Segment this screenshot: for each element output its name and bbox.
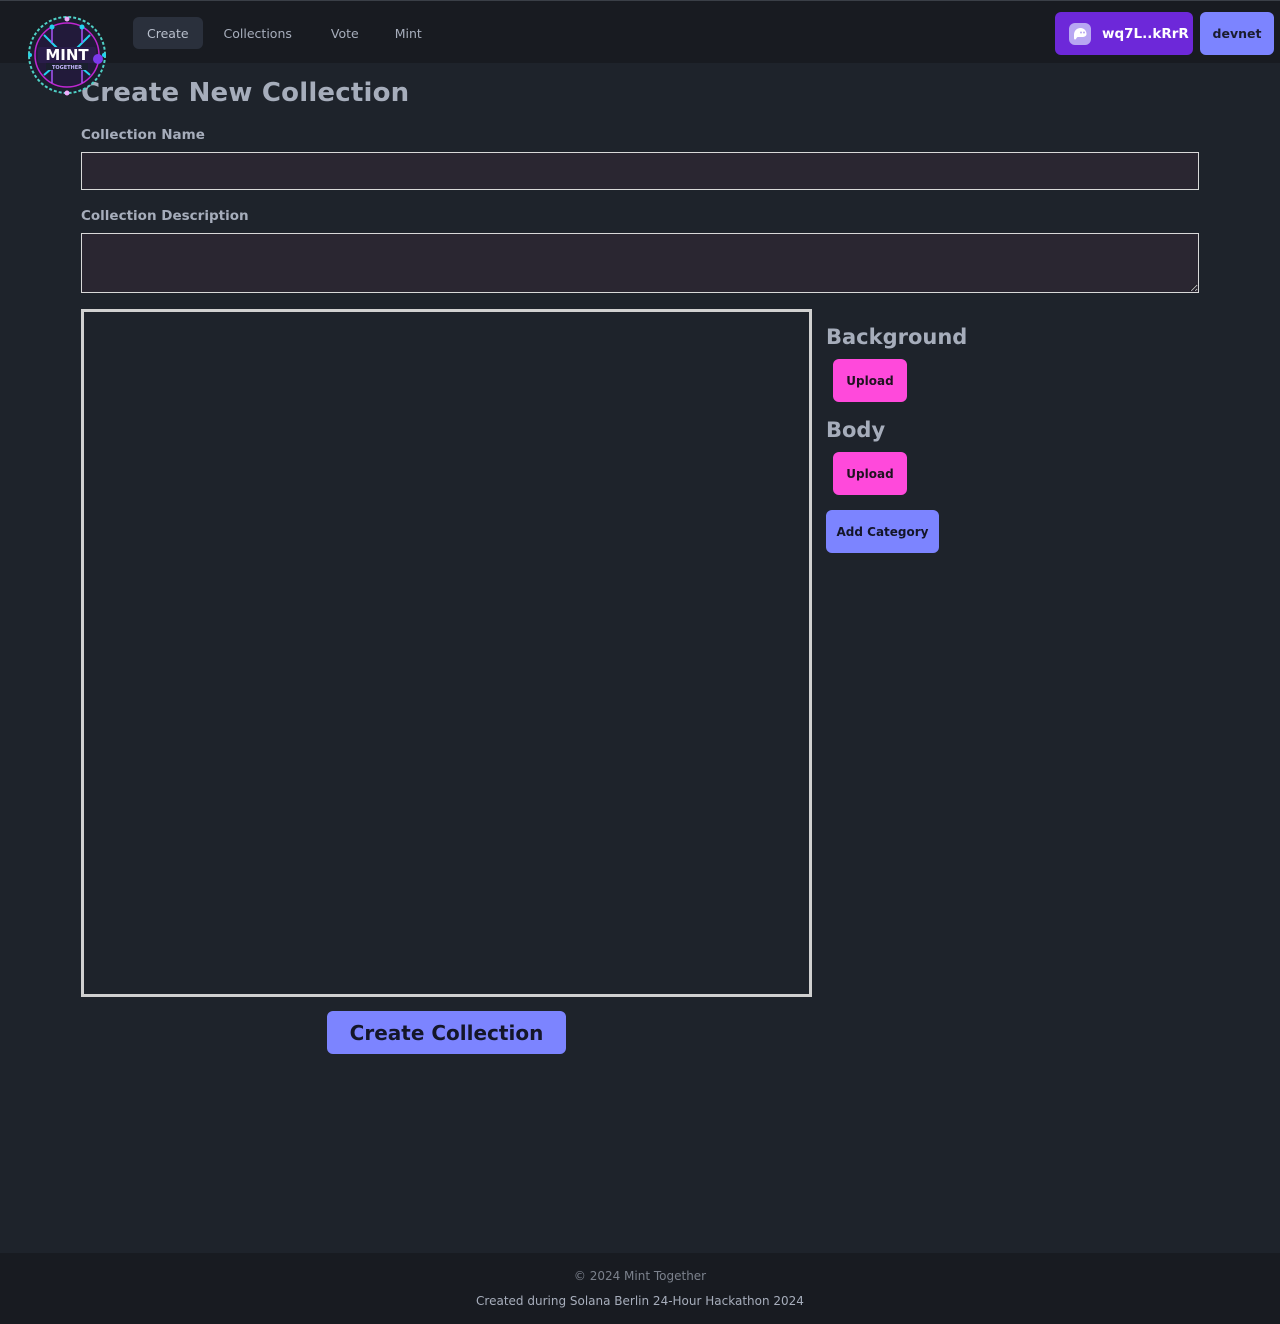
footer-credit: Created during Solana Berlin 24-Hour Hac… [476, 1294, 804, 1308]
nav-item-create[interactable]: Create [133, 17, 203, 49]
category-title-background: Background [826, 325, 968, 349]
collection-description-label: Collection Description [81, 208, 249, 224]
page: MINT TOGETHER Create Collections Vote Mi… [0, 0, 1280, 1324]
category-title-body: Body [826, 418, 886, 442]
collection-description-input[interactable] [81, 233, 1199, 293]
logo-subtext: TOGETHER [52, 65, 82, 71]
nav-item-collections[interactable]: Collections [207, 17, 309, 49]
add-category-button[interactable]: Add Category [826, 510, 939, 553]
collection-name-input[interactable] [81, 152, 1199, 190]
create-collection-button[interactable]: Create Collection [327, 1011, 566, 1054]
nav-item-mint[interactable]: Mint [381, 17, 436, 49]
page-title: Create New Collection [81, 78, 410, 108]
upload-body-button[interactable]: Upload [833, 452, 907, 495]
logo-emblem-icon: MINT TOGETHER [28, 16, 106, 96]
upload-background-button[interactable]: Upload [833, 359, 907, 402]
footer: © 2024 Mint Together Created during Sola… [0, 1253, 1280, 1324]
navbar: MINT TOGETHER Create Collections Vote Mi… [0, 0, 1280, 96]
preview-canvas [81, 309, 812, 997]
wallet-button[interactable]: wq7L..kRrR [1055, 12, 1193, 55]
nav-item-vote[interactable]: Vote [313, 17, 377, 49]
wallet-address: wq7L..kRrR [1102, 25, 1189, 42]
main-nav: Create Collections Vote Mint [133, 17, 436, 49]
mint-together-logo[interactable]: MINT TOGETHER [24, 13, 112, 97]
footer-copyright: © 2024 Mint Together [573, 1269, 707, 1283]
collection-name-label: Collection Name [81, 127, 205, 143]
network-button[interactable]: devnet [1200, 12, 1274, 55]
phantom-ghost-icon [1069, 22, 1091, 45]
logo-text: MINT [45, 46, 89, 64]
